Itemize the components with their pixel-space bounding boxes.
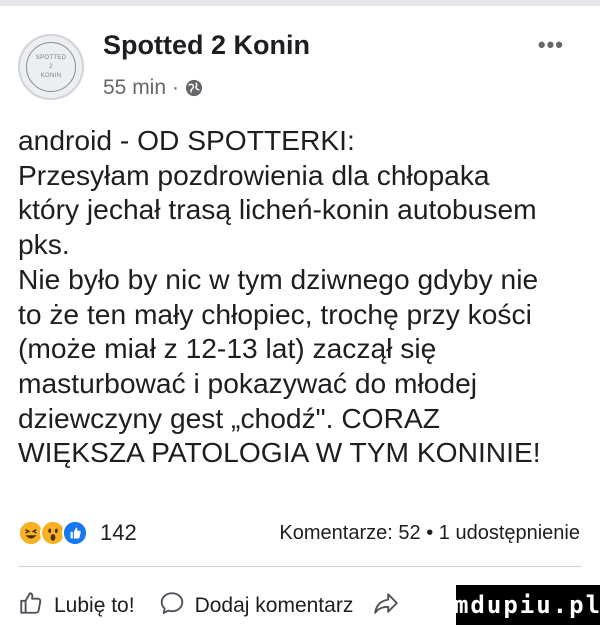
post-meta: 55 min · [103,76,203,100]
post-text-line: Przesyłam pozdrowienia dla chłopaka [18,158,490,191]
post-text-line: masturbować i pokazywać do młodej [18,366,478,399]
page-name-link[interactable]: Spotted 2 Konin [103,30,310,61]
post-text-line: pks. [18,228,70,261]
avatar-line-1: SPOTTED [35,54,67,61]
avatar-line-3: KONIN [40,72,62,79]
like-button-label: Lubię to! [54,594,135,617]
thumbs-up-icon [18,590,44,622]
avatar-logo: SPOTTED 2 KONIN [26,42,76,92]
share-button[interactable] [373,590,399,622]
watermark-text: mdupiu.pl [453,591,600,619]
post-text-line: Nie było by nic w tym dziwnego gdyby nie [18,262,539,295]
reaction-count: 142 [100,520,137,545]
like-button[interactable]: Lubię to! [18,590,135,622]
top-bar [0,0,600,6]
avatar[interactable]: SPOTTED 2 KONIN [18,34,84,100]
meta-separator: · [172,76,180,99]
more-options-icon[interactable]: ••• [538,32,564,58]
post-text-line: (może miał z 12-13 lat) zaczął się [18,332,437,365]
shares-count[interactable]: 1 udostępnienie [439,522,580,544]
post-text-line: android - OD SPOTTERKI: [18,124,355,156]
comment-button-label: Dodaj komentarz [194,594,354,617]
post-text-line: to że ten mały chłopiec, trochę przy koś… [18,297,532,330]
avatar-line-2: 2 [49,63,53,70]
post-text-line: który jechał trasą licheń-konin autobuse… [18,193,537,226]
like-icon [62,520,88,546]
post-text-line: dziewczyny gest „chodź". CORAZ [18,401,440,434]
watermark-logo: mdupiu.pl [453,585,600,625]
comment-icon [159,590,185,622]
divider [18,566,582,567]
stats-separator: • [426,522,434,544]
post-text: android - OD SPOTTERKI: Przesyłam pozdro… [18,123,583,470]
post-time[interactable]: 55 min [103,76,166,100]
comment-button[interactable]: Dodaj komentarz [159,590,354,622]
reactions-summary[interactable]: 142 [18,520,137,546]
share-icon [373,590,399,622]
comments-count[interactable]: Komentarze: 52 [279,522,420,544]
globe-icon [185,79,203,97]
engagement-stats: Komentarze: 52 • 1 udostępnienie [279,522,580,545]
post-text-line: WIĘKSZA PATOLOGIA W TYM KONINIE! [18,436,541,469]
